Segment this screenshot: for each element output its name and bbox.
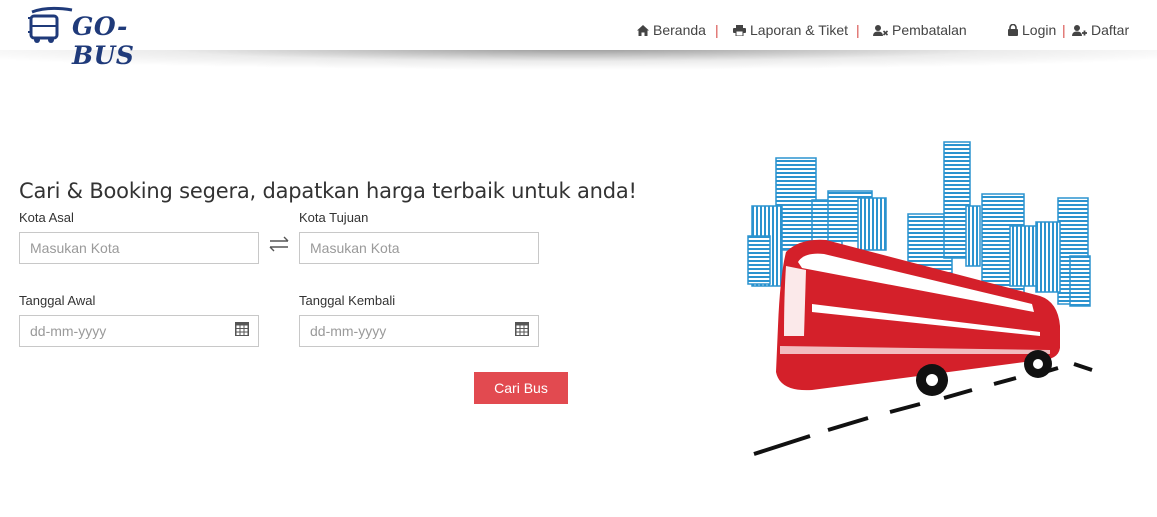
nav-login-label: Login [1022,22,1057,38]
lock-icon [1008,24,1018,36]
swap-cities-icon[interactable] [268,236,290,252]
return-date-label: Tanggal Kembali [299,293,396,308]
origin-input[interactable] [19,232,259,264]
user-remove-icon [873,24,888,36]
destination-label: Kota Tujuan [299,210,369,225]
depart-date-input[interactable] [19,315,259,347]
search-bus-button[interactable]: Cari Bus [474,372,568,404]
nav-separator: | [715,22,719,38]
user-add-icon [1072,24,1087,36]
nav-cancel-link[interactable]: Pembatalan [873,22,967,38]
nav-report-label: Laporan & Tiket [750,22,849,38]
depart-date-label: Tanggal Awal [19,293,96,308]
return-date-input[interactable] [299,315,539,347]
destination-input[interactable] [299,232,539,264]
nav-register-label: Daftar [1091,22,1130,38]
nav-separator: | [856,22,860,38]
bus-city-illustration [747,141,1093,456]
nav-menu: Beranda | Laporan & Tiket | Pembatalan L… [0,22,1157,42]
nav-login-link[interactable]: Login [1008,22,1056,38]
nav-register-link[interactable]: Daftar [1072,22,1129,38]
nav-report-link[interactable]: Laporan & Tiket [733,22,848,38]
nav-home-link[interactable]: Beranda [637,22,706,38]
search-headline: Cari & Booking segera, dapatkan harga te… [19,179,637,204]
calendar-icon[interactable] [235,322,249,336]
nav-separator: | [1062,22,1066,38]
calendar-icon[interactable] [515,322,529,336]
home-icon [637,24,649,36]
printer-icon [733,24,746,36]
navbar: GO-BUS Beranda | Laporan & Tiket | Pemba… [0,0,1157,70]
origin-label: Kota Asal [19,210,74,225]
nav-cancel-label: Pembatalan [892,22,967,38]
nav-home-label: Beranda [653,22,706,38]
